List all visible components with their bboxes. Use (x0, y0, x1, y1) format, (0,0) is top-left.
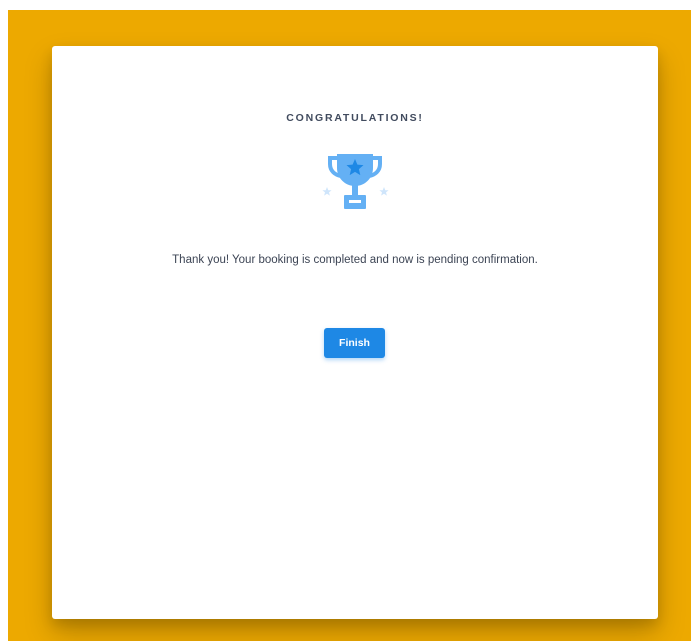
trophy-plate (349, 200, 361, 203)
sparkle-star-left (322, 187, 332, 196)
trophy-icon (322, 154, 389, 209)
confirmation-card: CONGRATULATIONS! Thank you! Your booking… (52, 46, 658, 619)
sparkle-star-right (379, 187, 389, 196)
finish-button[interactable]: Finish (324, 328, 385, 358)
congratulations-title: CONGRATULATIONS! (286, 112, 424, 124)
confirmation-message: Thank you! Your booking is completed and… (172, 254, 538, 266)
booking-frame: CONGRATULATIONS! Thank you! Your booking… (8, 10, 691, 641)
trophy-stem (352, 185, 358, 195)
